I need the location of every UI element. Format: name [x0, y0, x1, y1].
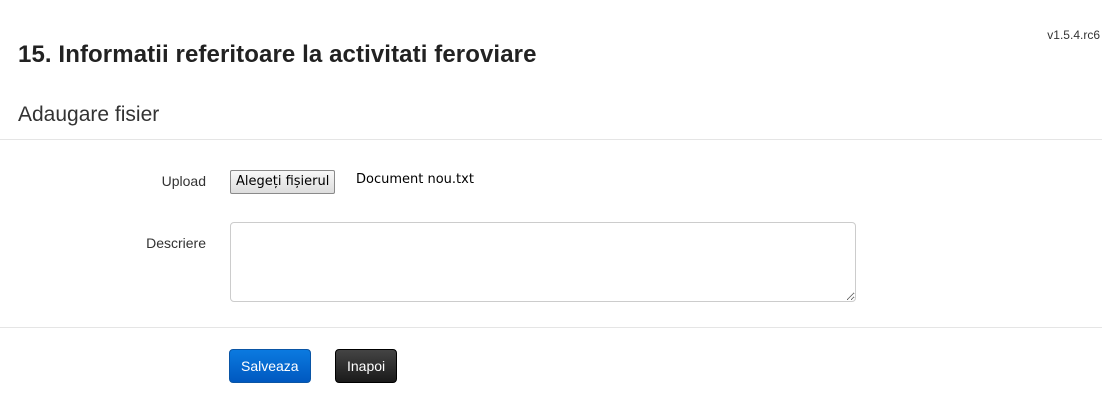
back-button[interactable]: Inapoi: [335, 349, 398, 383]
save-button[interactable]: Salveaza: [229, 349, 311, 383]
section-divider: [0, 139, 1102, 140]
selected-file-name: Document nou.txt: [356, 172, 474, 187]
description-textarea[interactable]: [230, 222, 856, 302]
version-label: v1.5.4.rc6: [1047, 28, 1100, 42]
page: v1.5.4.rc6 15. Informatii referitoare la…: [0, 0, 1102, 396]
choose-file-button[interactable]: Alegeți fișierul: [230, 170, 336, 194]
section-title: Adaugare fisier: [18, 103, 160, 126]
page-title: 15. Informatii referitoare la activitati…: [18, 41, 537, 68]
actions-divider: [0, 327, 1102, 328]
upload-label: Upload: [161, 173, 206, 189]
description-label: Descriere: [146, 235, 206, 251]
